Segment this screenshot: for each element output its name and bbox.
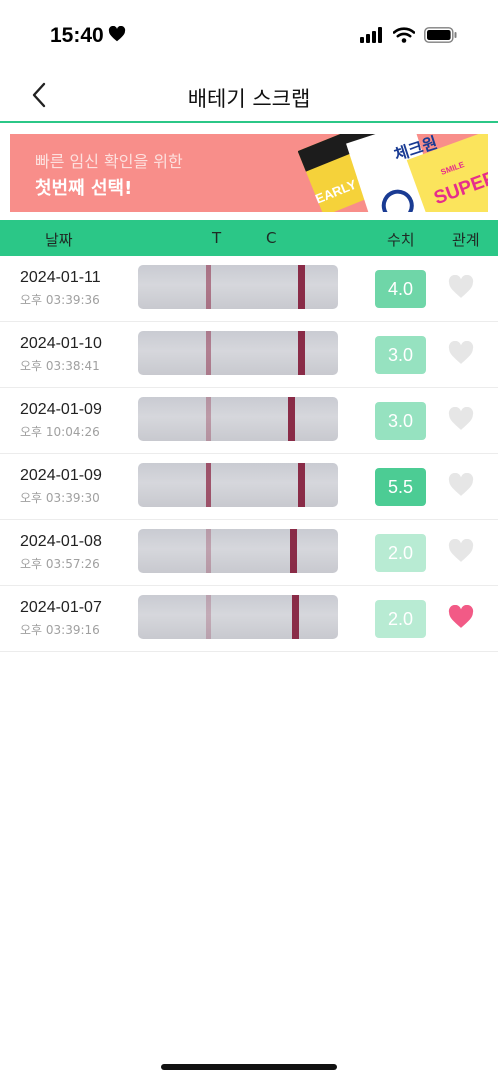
test-strip-image[interactable]: [138, 265, 338, 309]
row-date: 2024-01-09: [20, 401, 102, 418]
control-line: [298, 463, 305, 507]
control-line: [298, 265, 305, 309]
row-time: 오후 03:39:16: [20, 623, 100, 637]
heart-icon[interactable]: [448, 406, 474, 433]
test-line: [206, 529, 211, 573]
row-time: 오후 03:38:41: [20, 359, 100, 373]
test-strip-image[interactable]: [138, 595, 338, 639]
product-packages-image: EARLY TESTER 체크원 SUPER SMILE: [298, 134, 488, 212]
page-title: 배테기 스크랩: [187, 87, 311, 111]
control-line: [298, 331, 305, 375]
table-row[interactable]: 2024-01-07 오후 03:39:16 2.0: [0, 586, 498, 652]
row-date: 2024-01-07: [20, 599, 102, 616]
value-badge: 4.0: [375, 270, 426, 308]
signal-icon: [360, 27, 384, 47]
banner-subtitle: 빠른 임신 확인을 위한: [35, 152, 183, 171]
control-line: [290, 529, 297, 573]
table-row[interactable]: 2024-01-08 오후 03:57:26 2.0: [0, 520, 498, 586]
row-date: 2024-01-11: [20, 269, 101, 286]
row-date: 2024-01-09: [20, 467, 102, 484]
home-indicator: [161, 1064, 337, 1070]
row-time: 오후 10:04:26: [20, 425, 100, 439]
status-time-text: 15:40: [50, 24, 104, 47]
table-row[interactable]: 2024-01-09 오후 10:04:26 3.0: [0, 388, 498, 454]
test-line: [206, 265, 211, 309]
control-line: [288, 397, 295, 441]
test-strip-image[interactable]: [138, 529, 338, 573]
battery-icon: [424, 27, 458, 47]
table-row[interactable]: 2024-01-11 오후 03:39:36 4.0: [0, 256, 498, 322]
heart-status-icon: [108, 24, 126, 48]
header-divider: [0, 121, 498, 123]
promo-banner[interactable]: 빠른 임신 확인을 위한 첫번째 선택! EARLY TESTER 체크원 SU…: [10, 134, 488, 212]
screen: 15:40 배테기 스크랩 빠른 임신 확인을 위한 첫번째 선택! EARLY…: [0, 0, 498, 1080]
row-time: 오후 03:39:30: [20, 491, 100, 505]
heart-icon[interactable]: [448, 604, 474, 631]
heart-icon[interactable]: [448, 472, 474, 499]
table-row[interactable]: 2024-01-10 오후 03:38:41 3.0: [0, 322, 498, 388]
status-icons: [360, 27, 458, 47]
value-badge: 2.0: [375, 600, 426, 638]
row-time: 오후 03:57:26: [20, 557, 100, 571]
row-date: 2024-01-10: [20, 335, 102, 352]
control-line: [292, 595, 299, 639]
value-badge: 2.0: [375, 534, 426, 572]
nav-header: 배테기 스크랩: [0, 74, 498, 122]
test-line: [206, 397, 211, 441]
column-header-t: T: [212, 229, 222, 247]
row-date: 2024-01-08: [20, 533, 102, 550]
test-strip-image[interactable]: [138, 397, 338, 441]
value-badge: 3.0: [375, 336, 426, 374]
status-time: 15:40: [50, 24, 126, 48]
test-line: [206, 331, 211, 375]
test-strip-image[interactable]: [138, 463, 338, 507]
table-row[interactable]: 2024-01-09 오후 03:39:30 5.5: [0, 454, 498, 520]
status-bar: 15:40: [0, 0, 498, 74]
test-line: [206, 463, 211, 507]
column-header-relation: 관계: [452, 231, 480, 249]
banner-title: 첫번째 선택!: [35, 178, 133, 199]
column-header-date: 날짜: [45, 231, 73, 249]
wifi-icon: [392, 27, 416, 47]
heart-icon[interactable]: [448, 340, 474, 367]
column-header-c: C: [266, 229, 277, 247]
record-list: 2024-01-11 오후 03:39:36 4.0 2024-01-10 오후 03:…: [0, 256, 498, 652]
test-strip-image[interactable]: [138, 331, 338, 375]
table-header: 날짜 T C 수치 관계: [0, 220, 498, 256]
row-time: 오후 03:39:36: [20, 293, 100, 307]
value-badge: 5.5: [375, 468, 426, 506]
test-line: [206, 595, 211, 639]
heart-icon[interactable]: [448, 274, 474, 301]
column-header-value: 수치: [387, 231, 415, 249]
heart-icon[interactable]: [448, 538, 474, 565]
value-badge: 3.0: [375, 402, 426, 440]
